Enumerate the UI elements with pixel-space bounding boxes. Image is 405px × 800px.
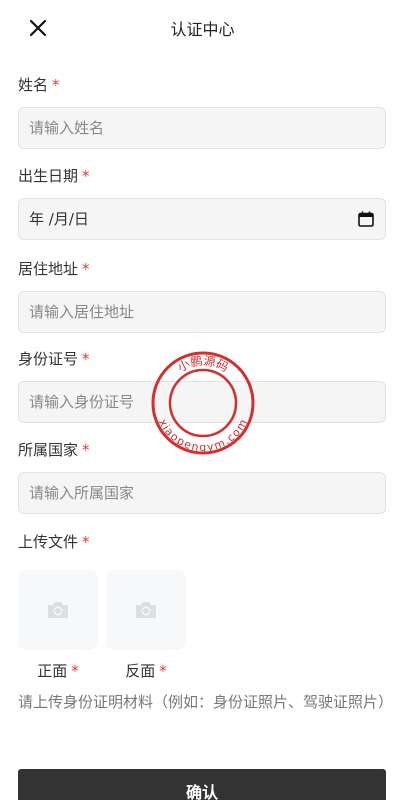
country-input[interactable]: 请输入所属国家 [18, 472, 386, 514]
name-field-group: 姓名 * 请输入姓名 [18, 74, 386, 149]
id-number-label: 身份证号 * [18, 350, 90, 368]
upload-labels: 正面 * 反面 * [18, 660, 186, 681]
required-mark: * [159, 662, 167, 680]
camera-icon [136, 602, 156, 618]
name-label: 姓名 * [18, 76, 60, 94]
required-mark: * [82, 533, 90, 551]
birth-date-label: 出生日期 * [18, 167, 90, 185]
id-number-field-group: 身份证号 * 请输入身份证号 [18, 348, 386, 423]
required-mark: * [82, 260, 90, 278]
front-label: 正面 * [37, 662, 79, 680]
id-number-placeholder: 请输入身份证号 [29, 393, 135, 411]
birth-date-input[interactable]: 年 /月/日 [18, 198, 386, 240]
address-label: 居住地址 * [18, 260, 90, 278]
country-field-group: 所属国家 * 请输入所属国家 [18, 439, 386, 514]
birth-date-field-group: 出生日期 * 年 /月/日 [18, 165, 386, 240]
required-mark: * [82, 441, 90, 459]
address-placeholder: 请输入居住地址 [29, 303, 135, 321]
required-mark: * [71, 662, 79, 680]
confirm-button[interactable]: 确认 [18, 769, 386, 800]
name-placeholder: 请输入姓名 [29, 119, 105, 137]
header: 认证中心 [0, 0, 405, 56]
address-field-group: 居住地址 * 请输入居住地址 [18, 258, 386, 333]
country-label: 所属国家 * [18, 441, 90, 459]
upload-front-button[interactable] [18, 570, 98, 650]
required-mark: * [52, 76, 60, 94]
upload-field-group: 上传文件 * 正面 * 反面 * [18, 531, 186, 681]
country-placeholder: 请输入所属国家 [29, 484, 135, 502]
camera-icon [48, 602, 68, 618]
name-input[interactable]: 请输入姓名 [18, 107, 386, 149]
back-label: 反面 * [125, 662, 167, 680]
calendar-icon[interactable] [357, 210, 375, 228]
birth-date-value: 年 /月/日 [29, 210, 89, 228]
required-mark: * [82, 350, 90, 368]
page-title: 认证中心 [170, 20, 235, 39]
upload-hint: 请上传身份证明材料（例如：身份证照片、驾驶证照片） [18, 693, 394, 711]
required-mark: * [82, 167, 90, 185]
address-input[interactable]: 请输入居住地址 [18, 291, 386, 333]
upload-label: 上传文件 * [18, 533, 90, 551]
id-number-input[interactable]: 请输入身份证号 [18, 381, 386, 423]
upload-tiles [18, 570, 186, 650]
upload-back-button[interactable] [106, 570, 186, 650]
